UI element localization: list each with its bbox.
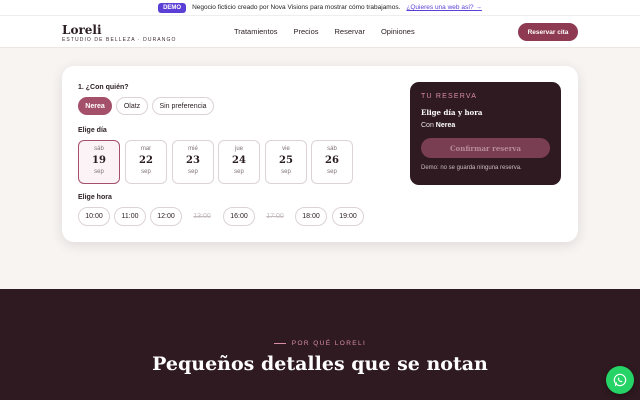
whatsapp-icon [613,373,627,387]
why-eyebrow: POR QUÉ LORELI [0,340,640,347]
day-month: sep [234,169,244,175]
site-header: Loreli ESTUDIO DE BELLEZA · DURANGO Trat… [0,16,640,48]
logo[interactable]: Loreli [62,23,102,37]
nav-link-reservar[interactable]: Reservar [335,27,365,36]
day-month: sep [188,169,198,175]
time-slot-unavailable: 17:00 [259,207,291,226]
time-slot-unavailable: 13:00 [186,207,218,226]
day-month: sep [327,169,337,175]
nav-link-tratamientos[interactable]: Tratamientos [234,27,278,36]
why-section: POR QUÉ LORELI Pequeños detalles que se … [0,289,640,400]
reservation-summary: TU RESERVA Elige día y hora Con Nerea Co… [410,82,561,185]
summary-date-time: Elige día y hora [421,108,483,117]
day-number: 25 [279,155,293,166]
day-month: sep [281,169,291,175]
time-label: Elige hora [78,194,112,201]
day-option[interactable]: vie 25 sep [265,140,307,184]
day-month: sep [141,169,151,175]
time-slot[interactable]: 12:00 [150,207,182,226]
staff-option-nerea[interactable]: Nerea [78,97,112,115]
time-slot[interactable]: 10:00 [78,207,110,226]
day-option[interactable]: sáb 26 sep [311,140,353,184]
confirm-reservation-button[interactable]: Confirmar reserva [421,138,550,158]
day-name: sáb [94,146,104,152]
day-number: 19 [92,155,106,166]
day-number: 23 [186,155,200,166]
day-month: sep [94,169,104,175]
summary-staff: Con Nerea [421,122,455,129]
day-name: mié [188,146,198,152]
day-label: Elige día [78,127,107,134]
summary-staff-name: Nerea [435,122,456,129]
nav-link-opiniones[interactable]: Opiniones [381,27,415,36]
demo-link[interactable]: ¿Quieres una web así? → [406,4,482,11]
day-option[interactable]: sáb 19 sep [78,140,120,184]
day-option[interactable]: jue 24 sep [218,140,260,184]
who-label: 1. ¿Con quién? [78,84,129,91]
day-number: 22 [139,155,153,166]
reservar-cita-button[interactable]: Reservar cita [518,23,578,41]
demo-text: Negocio ficticio creado por Nova Visions… [192,4,401,11]
staff-option-sin-preferencia[interactable]: Sin preferencia [152,97,214,115]
time-slot[interactable]: 19:00 [332,207,364,226]
demo-badge: DEMO [158,2,187,13]
time-slot[interactable]: 16:00 [223,207,255,226]
summary-title: TU RESERVA [421,93,478,100]
day-option[interactable]: mar 22 sep [125,140,167,184]
day-number: 24 [232,155,246,166]
day-name: mar [140,146,152,152]
day-name: sáb [327,146,337,152]
day-name: jue [234,146,243,152]
whatsapp-button[interactable] [606,366,634,394]
demo-bar: DEMO Negocio ficticio creado por Nova Vi… [0,0,640,16]
summary-with-prefix: Con [421,122,434,129]
day-option[interactable]: mié 23 sep [172,140,214,184]
nav-link-precios[interactable]: Precios [294,27,319,36]
time-slot[interactable]: 18:00 [295,207,327,226]
summary-note: Demo: no se guarda ninguna reserva. [421,165,522,171]
time-slot[interactable]: 11:00 [114,207,146,226]
booking-card: 1. ¿Con quién? Nerea Olatz Sin preferenc… [62,66,578,242]
day-number: 26 [325,155,339,166]
eyebrow-rule [273,343,286,344]
section-title: Pequeños detalles que se notan [152,353,488,375]
staff-option-olatz[interactable]: Olatz [116,97,148,115]
eyebrow-text: POR QUÉ LORELI [291,340,367,347]
day-name: vie [282,146,290,152]
logo-tagline: ESTUDIO DE BELLEZA · DURANGO [62,37,177,43]
main-nav: Tratamientos Precios Reservar Opiniones [234,27,415,36]
